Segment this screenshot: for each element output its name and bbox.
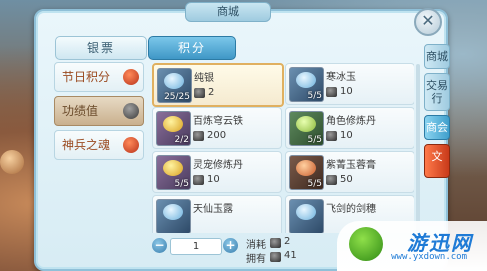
side-tab-wen[interactable]: 文 <box>424 144 450 178</box>
item-scrollbar[interactable] <box>416 64 420 232</box>
item-price: 200 <box>207 130 227 141</box>
item-cell-bailian[interactable]: 2/2 百炼穹云铁 200 <box>152 107 282 149</box>
merit-icon <box>123 103 139 119</box>
item-name: 百炼穹云铁 <box>193 116 243 127</box>
decrease-button[interactable]: − <box>152 238 167 253</box>
side-tab-trade[interactable]: 交易行 <box>424 73 450 111</box>
item-price: 10 <box>340 130 353 141</box>
item-name: 寒冰玉 <box>326 72 356 83</box>
item-price: 10 <box>207 174 220 185</box>
close-button[interactable]: ✕ <box>414 8 442 36</box>
item-stock: 5/5 <box>307 91 322 101</box>
own-currency-icon <box>270 252 281 262</box>
category-label: 神兵之魂 <box>62 138 111 152</box>
cost-currency-icon <box>270 238 281 248</box>
item-price: 50 <box>340 174 353 185</box>
increase-button[interactable]: + <box>223 238 238 253</box>
side-tab-shop[interactable]: 商城 <box>424 44 450 69</box>
festival-points-icon <box>123 69 139 85</box>
watermark-url: www.yxdown.com <box>391 252 467 262</box>
tassel-item-icon <box>289 199 324 233</box>
currency-icon <box>326 131 337 141</box>
item-name: 纯银 <box>194 73 214 84</box>
weapon-soul-icon <box>123 137 139 153</box>
item-stock: 2/2 <box>174 135 189 145</box>
item-cell-jueseduan[interactable]: 5/5 角色修炼丹 10 <box>285 107 414 149</box>
currency-icon <box>326 175 337 185</box>
pet-pill-item-icon: 5/5 <box>156 155 191 190</box>
category-label: 功绩值 <box>62 104 99 118</box>
tab-yinpiao[interactable]: 银票 <box>55 36 147 60</box>
item-stock: 5/5 <box>174 179 189 189</box>
character-portrait <box>0 150 24 174</box>
iron-item-icon: 2/2 <box>156 111 191 146</box>
item-cell-tianxian[interactable]: 天仙玉露 <box>152 195 282 233</box>
item-cell-chunyin[interactable]: 25/25 纯银 2 <box>152 63 284 107</box>
vase-item-icon <box>156 199 191 233</box>
category-label: 节日积分 <box>62 70 111 84</box>
item-cell-lingchong[interactable]: 5/5 灵宠修炼丹 10 <box>152 151 282 193</box>
item-stock: 5/5 <box>307 135 322 145</box>
currency-icon <box>193 131 204 141</box>
watermark-logo-icon <box>349 227 383 261</box>
category-festival-points[interactable]: 节日积分 <box>54 62 144 92</box>
side-tab-guild[interactable]: 商会 <box>424 115 450 140</box>
item-name: 角色修炼丹 <box>326 116 376 127</box>
item-price: 2 <box>208 87 215 98</box>
item-stock: 5/5 <box>307 179 322 189</box>
currency-icon <box>326 87 337 97</box>
quantity-input[interactable]: 1 <box>170 238 222 255</box>
window-title: 商城 <box>185 2 271 22</box>
quantity-stepper: − 1 + <box>152 238 238 255</box>
item-name: 飞剑的剑穗 <box>326 204 376 215</box>
item-name: 灵宠修炼丹 <box>193 160 243 171</box>
item-price: 10 <box>340 86 353 97</box>
item-cell-hanbingyu[interactable]: 5/5 寒冰玉 10 <box>285 63 414 105</box>
watermark: 游迅网 www.yxdown.com <box>337 221 487 271</box>
currency-icon <box>193 175 204 185</box>
item-grid: 25/25 纯银 2 5/5 寒冰玉 10 2/2 百炼穹云铁 200 5/5 … <box>152 63 414 233</box>
currency-icon <box>194 88 205 98</box>
own-value: 41 <box>284 250 297 261</box>
pill-item-icon: 5/5 <box>289 111 324 146</box>
category-list: 节日积分 功绩值 神兵之魂 <box>54 62 144 164</box>
cost-value: 2 <box>284 236 291 247</box>
category-merit[interactable]: 功绩值 <box>54 96 144 126</box>
item-cell-zijing[interactable]: 5/5 紫菁玉蓉膏 50 <box>285 151 414 193</box>
side-tab-bar: 商城 交易行 商会 文 <box>424 44 450 182</box>
paste-item-icon: 5/5 <box>289 155 324 190</box>
item-name: 紫菁玉蓉膏 <box>326 160 376 171</box>
item-name: 天仙玉露 <box>193 204 233 215</box>
cost-label: 消耗 <box>246 240 266 251</box>
tab-jifen[interactable]: 积分 <box>148 36 236 60</box>
silver-item-icon: 25/25 <box>157 68 192 103</box>
jade-item-icon: 5/5 <box>289 67 324 102</box>
own-label: 拥有 <box>246 254 266 265</box>
category-weapon-soul[interactable]: 神兵之魂 <box>54 130 144 160</box>
item-stock: 25/25 <box>164 92 190 102</box>
